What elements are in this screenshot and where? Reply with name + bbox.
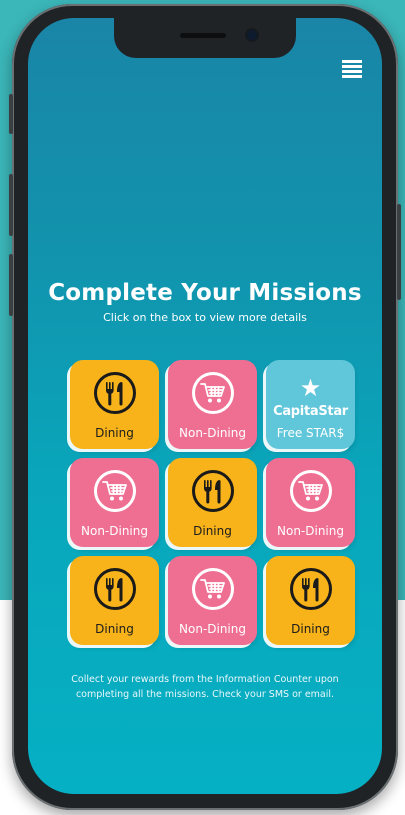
phone-screen: Complete Your Missions Click on the box … bbox=[28, 18, 382, 794]
mission-label: Free STAR$ bbox=[276, 426, 345, 440]
mission-tile-non-dining[interactable]: Non-Dining bbox=[168, 556, 257, 645]
shopping-cart-icon bbox=[289, 470, 332, 512]
mission-tile-non-dining[interactable]: Non-Dining bbox=[168, 360, 257, 449]
mission-tile-dining[interactable]: Dining bbox=[168, 458, 257, 547]
rewards-note: Collect your rewards from the Informatio… bbox=[71, 674, 339, 700]
hamburger-menu-icon[interactable] bbox=[342, 60, 362, 78]
capitastar-logo: CapitaStar bbox=[273, 404, 348, 419]
mission-tile-dining[interactable]: Dining bbox=[266, 556, 355, 645]
page-title: Complete Your Missions bbox=[48, 280, 362, 306]
page-subtitle: Click on the box to view more details bbox=[103, 311, 307, 324]
fork-knife-icon bbox=[93, 372, 136, 414]
mission-label: Non-Dining bbox=[277, 524, 344, 538]
volume-down-button bbox=[9, 254, 13, 316]
mission-label: Dining bbox=[193, 524, 232, 538]
mission-tile-dining[interactable]: Dining bbox=[70, 556, 159, 645]
silent-switch bbox=[9, 94, 13, 134]
mission-tile-capitastar[interactable]: ★ CapitaStar Free STAR$ bbox=[266, 360, 355, 449]
volume-up-button bbox=[9, 174, 13, 236]
mission-tile-non-dining[interactable]: Non-Dining bbox=[266, 458, 355, 547]
star-icon: ★ bbox=[299, 374, 322, 402]
front-camera bbox=[247, 30, 257, 40]
shopping-cart-icon bbox=[191, 568, 234, 610]
fork-knife-icon bbox=[191, 470, 234, 512]
mission-label: Non-Dining bbox=[179, 426, 246, 440]
fork-knife-icon bbox=[289, 568, 332, 610]
mission-tile-dining[interactable]: Dining bbox=[70, 360, 159, 449]
power-button bbox=[397, 204, 401, 300]
missions-grid: Dining Non-Dining ★ CapitaStar Free STAR… bbox=[70, 360, 356, 645]
fork-knife-icon bbox=[93, 568, 136, 610]
phone-frame: Complete Your Missions Click on the box … bbox=[9, 4, 401, 810]
notch bbox=[114, 18, 296, 58]
shopping-cart-icon bbox=[191, 372, 234, 414]
shopping-cart-icon bbox=[93, 470, 136, 512]
speaker-grille bbox=[180, 33, 226, 38]
mission-label: Dining bbox=[95, 622, 134, 636]
mission-label: Dining bbox=[95, 426, 134, 440]
mission-tile-non-dining[interactable]: Non-Dining bbox=[70, 458, 159, 547]
mission-label: Dining bbox=[291, 622, 330, 636]
mission-label: Non-Dining bbox=[179, 622, 246, 636]
mission-label: Non-Dining bbox=[81, 524, 148, 538]
